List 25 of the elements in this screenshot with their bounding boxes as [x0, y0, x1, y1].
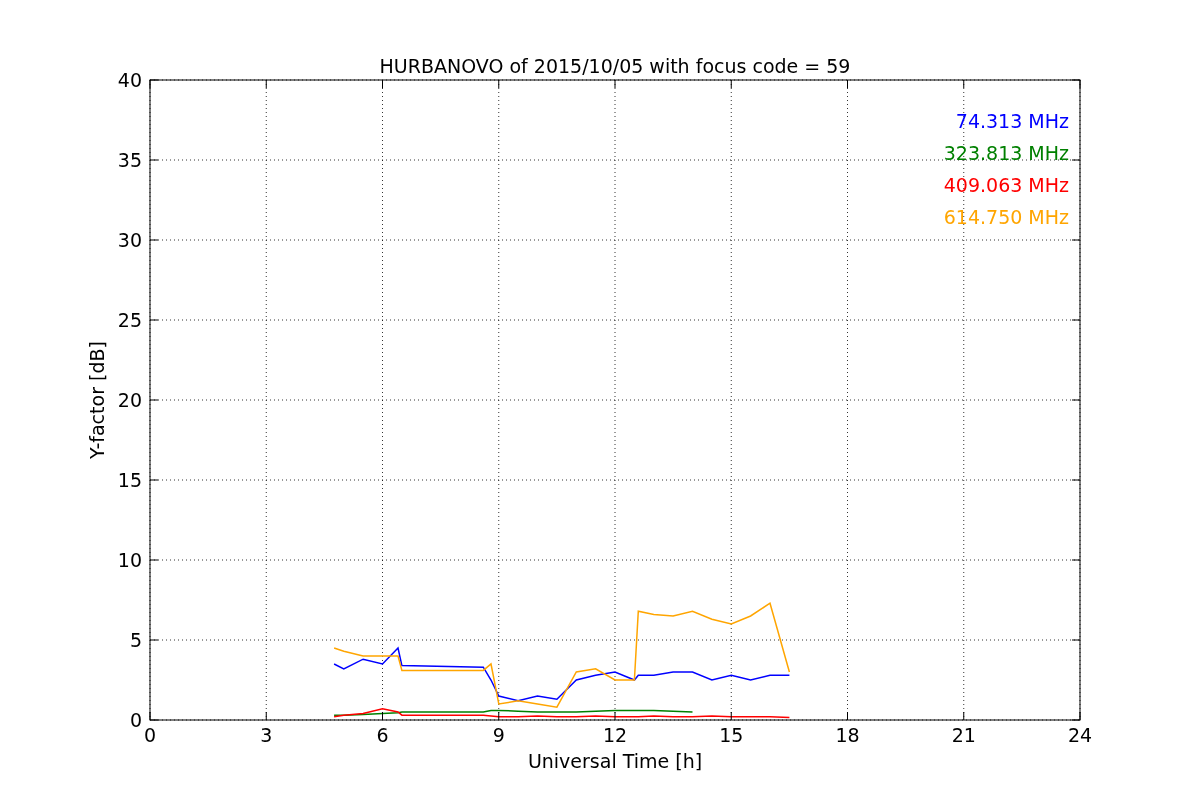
- y-tick-label: 40: [117, 69, 142, 91]
- legend-label: 409.063 MHz: [943, 174, 1069, 196]
- x-axis-label: Universal Time [h]: [527, 750, 703, 772]
- x-tick-label: 15: [719, 724, 744, 746]
- x-tick-label: 21: [951, 724, 976, 746]
- chart-title: HURBANOVO of 2015/10/05 with focus code = 59: [379, 55, 851, 77]
- y-tick-label: 35: [117, 149, 142, 171]
- y-tick-label: 15: [117, 469, 142, 491]
- y-tick-label: 20: [117, 389, 142, 411]
- y-tick-label: 5: [129, 629, 142, 651]
- x-tick-label: 0: [143, 724, 157, 746]
- y-tick-label: 25: [117, 309, 142, 331]
- legend-label: 74.313 MHz: [955, 110, 1069, 132]
- y-tick-label: 10: [117, 549, 142, 571]
- y-tick-label: 30: [117, 229, 142, 251]
- x-tick-label: 6: [376, 724, 389, 746]
- x-tick-label: 18: [835, 724, 860, 746]
- y-tick-label: 0: [129, 709, 142, 731]
- x-tick-label: 3: [260, 724, 273, 746]
- y-axis-label: Y-factor [dB]: [86, 341, 108, 459]
- legend-label: 323.813 MHz: [943, 142, 1069, 164]
- x-tick-label: 12: [602, 724, 628, 746]
- x-tick-label: 24: [1067, 724, 1093, 746]
- x-tick-label: 9: [492, 724, 505, 746]
- legend-label: 614.750 MHz: [943, 206, 1069, 228]
